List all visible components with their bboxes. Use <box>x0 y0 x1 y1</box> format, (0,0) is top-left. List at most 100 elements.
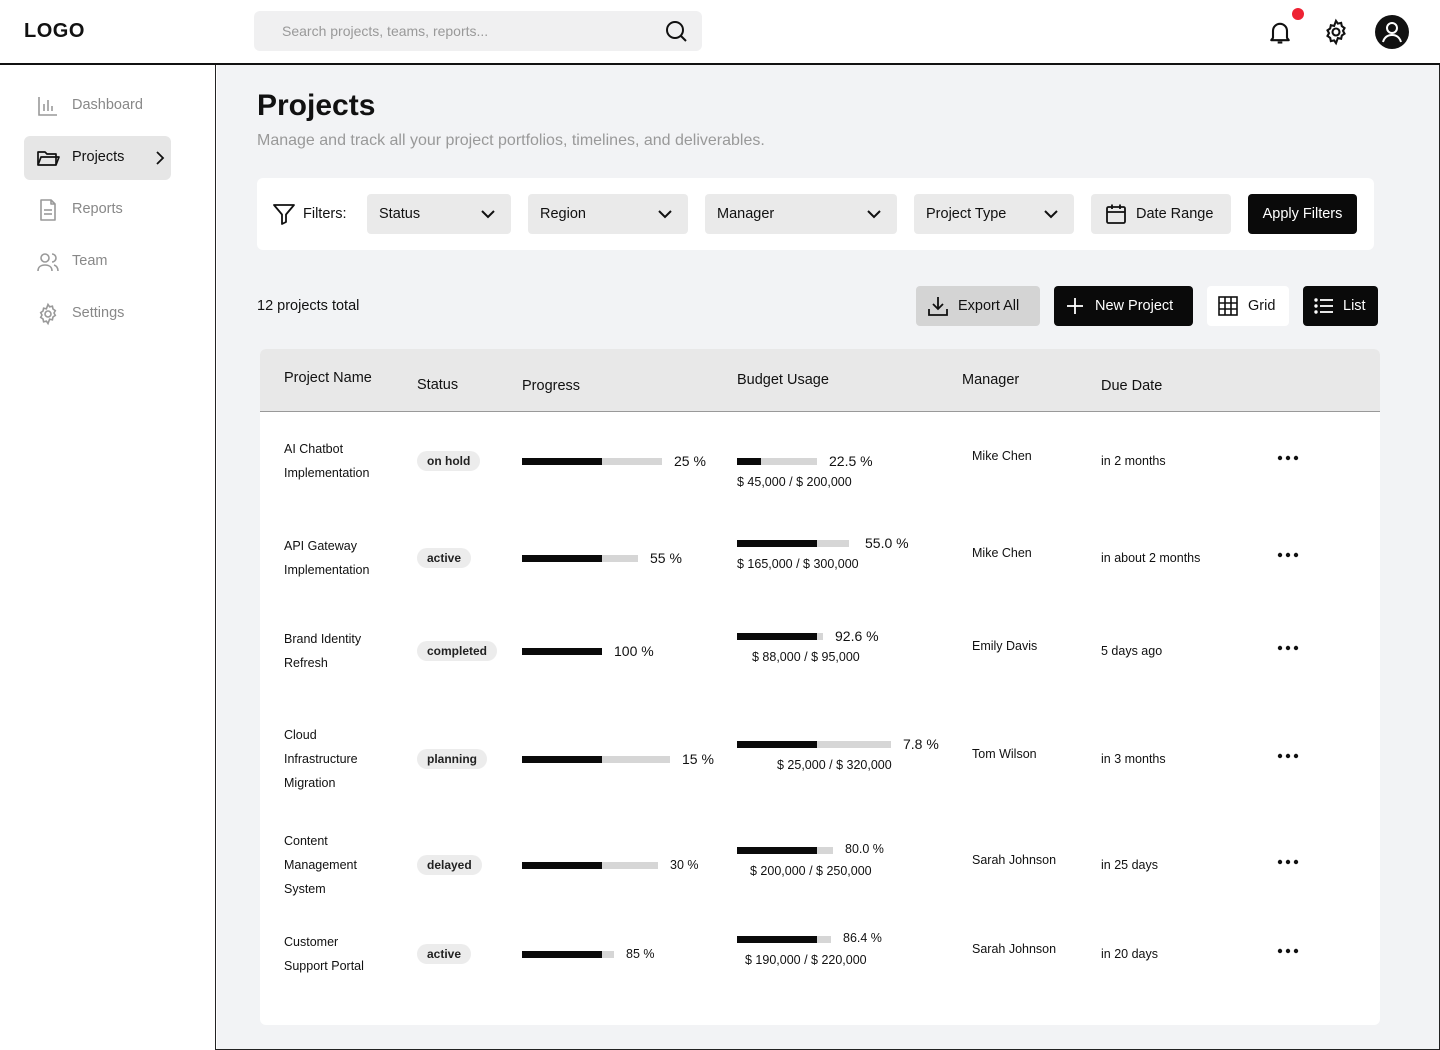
list-view-label: List <box>1343 298 1366 314</box>
progress-bar <box>522 458 662 465</box>
budget-bar <box>737 458 817 465</box>
column-header-due[interactable]: Due Date <box>1101 378 1162 394</box>
project-name-line: Content <box>284 834 328 848</box>
more-options-icon[interactable] <box>1276 947 1300 955</box>
due-date: in 20 days <box>1101 947 1158 961</box>
sidebar-item-settings[interactable]: Settings <box>24 292 171 336</box>
column-header-progress[interactable]: Progress <box>522 378 580 394</box>
more-options-icon[interactable] <box>1276 752 1300 760</box>
region-dropdown[interactable]: Region <box>528 194 688 234</box>
new-project-button[interactable]: New Project <box>1054 286 1193 326</box>
sidebar-item-label: Team <box>72 253 108 269</box>
progress-fill <box>522 756 602 763</box>
project-name[interactable]: Content Management System <box>284 829 404 901</box>
folder-icon <box>37 151 60 166</box>
apply-filters-button[interactable]: Apply Filters <box>1248 194 1357 234</box>
filter-bar: Filters: Status Region Manager Project T… <box>257 178 1374 250</box>
page-subtitle: Manage and track all your project portfo… <box>257 132 765 149</box>
more-options-icon[interactable] <box>1276 454 1300 462</box>
gear-icon[interactable] <box>1322 18 1350 46</box>
project-name[interactable]: AI Chatbot Implementation <box>284 437 404 485</box>
file-icon <box>40 199 56 221</box>
more-options-icon[interactable] <box>1276 644 1300 652</box>
budget-amount: $ 190,000 / $ 220,000 <box>745 953 867 967</box>
more-options-icon[interactable] <box>1276 551 1300 559</box>
due-date: in 3 months <box>1101 752 1166 766</box>
chevron-down-icon <box>481 210 495 219</box>
progress-label: 55 % <box>650 550 682 566</box>
budget-fill <box>737 633 817 640</box>
project-name[interactable]: API Gateway Implementation <box>284 534 404 582</box>
progress-bar <box>522 555 638 562</box>
budget-percent: 80.0 % <box>845 842 884 856</box>
budget-amount: $ 25,000 / $ 320,000 <box>777 758 892 772</box>
date-range-button[interactable]: Date Range <box>1091 194 1231 234</box>
chevron-right-icon <box>156 151 165 165</box>
grid-view-label: Grid <box>1248 298 1276 314</box>
export-all-button[interactable]: Export All <box>916 286 1040 326</box>
progress-bar <box>522 756 670 763</box>
status-badge: planning <box>417 749 487 769</box>
sidebar-item-reports[interactable]: Reports <box>24 188 171 232</box>
project-name-line: Migration <box>284 776 336 790</box>
budget-fill <box>737 540 817 547</box>
column-header-status[interactable]: Status <box>417 377 458 393</box>
project-type-dropdown[interactable]: Project Type <box>914 194 1074 234</box>
status-dropdown[interactable]: Status <box>367 194 511 234</box>
search-input[interactable] <box>282 11 662 51</box>
budget-amount: $ 88,000 / $ 95,000 <box>752 650 860 664</box>
list-icon <box>1314 298 1333 314</box>
more-options-icon[interactable] <box>1276 858 1300 866</box>
progress-fill <box>522 555 602 562</box>
page-title: Projects <box>257 89 376 122</box>
main-content: Projects Manage and track all your proje… <box>217 65 1439 1049</box>
progress-label: 15 % <box>682 751 714 767</box>
sidebar-item-label: Reports <box>72 201 123 217</box>
users-icon <box>37 253 59 272</box>
column-header-manager[interactable]: Manager <box>962 372 1019 388</box>
due-date: in about 2 months <box>1101 551 1201 565</box>
budget-percent: 7.8 % <box>903 736 939 752</box>
sidebar-item-label: Settings <box>72 305 125 321</box>
search-box[interactable] <box>254 11 702 51</box>
manager-dropdown[interactable]: Manager <box>705 194 897 234</box>
manager-name: Mike Chen <box>972 449 1032 463</box>
list-view-button[interactable]: List <box>1303 286 1378 326</box>
project-name-line: Support Portal <box>284 959 364 973</box>
budget-percent: 55.0 % <box>865 535 909 551</box>
project-name[interactable]: Cloud Infrastructure Migration <box>284 723 404 795</box>
column-header-budget[interactable]: Budget Usage <box>737 372 829 388</box>
chevron-down-icon <box>658 210 672 219</box>
project-name-line: API Gateway <box>284 539 357 553</box>
sidebar-item-dashboard[interactable]: Dashboard <box>24 84 171 128</box>
avatar[interactable] <box>1375 15 1409 49</box>
bar-chart-icon <box>38 97 57 116</box>
sidebar-item-team[interactable]: Team <box>24 240 171 284</box>
manager-name: Sarah Johnson <box>972 942 1057 956</box>
budget-fill <box>737 936 817 943</box>
project-name-line: Implementation <box>284 563 370 577</box>
search-icon[interactable] <box>664 19 688 43</box>
project-name[interactable]: Brand Identity Refresh <box>284 627 404 675</box>
dropdown-value: Manager <box>717 206 775 222</box>
new-project-label: New Project <box>1095 298 1174 314</box>
progress-bar <box>522 951 614 958</box>
bell-icon[interactable] <box>1266 18 1294 46</box>
budget-amount: $ 200,000 / $ 250,000 <box>750 864 872 878</box>
sidebar-item-projects[interactable]: Projects <box>24 136 171 180</box>
due-date: 5 days ago <box>1101 644 1163 658</box>
grid-view-button[interactable]: Grid <box>1207 286 1289 326</box>
budget-bar <box>737 633 823 640</box>
sidebar-item-label: Dashboard <box>72 97 143 113</box>
project-name-line: System <box>284 882 326 896</box>
logo: LOGO <box>24 20 85 42</box>
project-name[interactable]: Customer Support Portal <box>284 930 404 978</box>
project-name-line: Implementation <box>284 466 370 480</box>
budget-percent: 86.4 % <box>843 931 882 945</box>
budget-bar <box>737 741 891 748</box>
dropdown-value: Region <box>540 206 586 222</box>
column-header-name[interactable]: Project Name <box>284 370 372 386</box>
user-icon <box>1382 22 1402 43</box>
progress-fill <box>522 458 602 465</box>
project-name-line: Brand Identity <box>284 632 362 646</box>
